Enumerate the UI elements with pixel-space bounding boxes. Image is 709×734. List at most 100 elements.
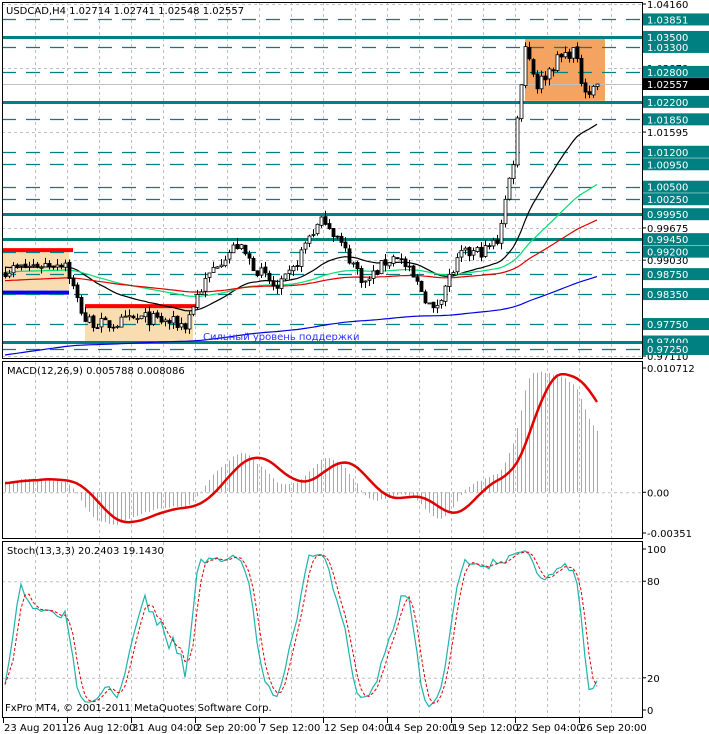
candle-body-bull	[307, 235, 312, 244]
candle-body-bull	[371, 270, 376, 279]
candle	[339, 232, 344, 247]
candle-body-bear	[103, 317, 108, 321]
candle-body-bull	[291, 265, 296, 272]
candle-body-bull	[351, 262, 356, 265]
candle-body-bear	[399, 258, 404, 261]
candle-body-bear	[251, 258, 256, 272]
candle-body-bull	[387, 262, 392, 267]
candle-body-bull	[19, 264, 24, 267]
candle	[323, 210, 328, 226]
candle-body-bull	[127, 315, 132, 318]
macd-header: MACD(12,26,9) 0.005788 0.008086	[7, 366, 185, 377]
level-price-label: 1.01850	[647, 115, 688, 126]
candle	[499, 219, 504, 250]
candle-body-bear	[347, 248, 352, 264]
candle-body-bull	[303, 242, 308, 250]
candle	[423, 289, 428, 305]
trading-chart[interactable]: 1.041601.028791.015950.996750.990300.971…	[0, 0, 709, 734]
candle-body-bull	[187, 314, 192, 330]
candle-body-bull	[539, 75, 544, 90]
macd-panel	[4, 371, 599, 525]
candle	[387, 262, 392, 269]
time-tick-label: 26 Sep 20:00	[580, 723, 647, 734]
candle-body-bear	[479, 246, 484, 258]
candle-body-bull	[463, 247, 468, 251]
candle	[515, 115, 520, 168]
time-tick-label: 12 Sep 04:00	[324, 723, 391, 734]
candle-body-bull	[391, 256, 396, 264]
price-tick-label: 1.04160	[647, 0, 688, 11]
candle	[239, 243, 244, 251]
candle	[523, 42, 528, 89]
candle-body-bear	[431, 301, 436, 309]
candle	[355, 260, 360, 275]
candle	[403, 256, 408, 271]
macd-tick-label: -0.00351	[647, 529, 692, 540]
candle-body-bull	[283, 273, 288, 280]
candle-body-bear	[295, 265, 300, 267]
candle	[471, 247, 476, 261]
candle-body-bear	[71, 277, 76, 287]
candle-body-bear	[243, 244, 248, 255]
candle	[295, 260, 300, 271]
candle-body-bull	[571, 47, 576, 59]
candle	[307, 234, 312, 248]
candle	[531, 58, 536, 77]
candle-body-bear	[3, 272, 8, 278]
candle-body-bear	[131, 315, 136, 319]
candle-body-bull	[211, 267, 216, 273]
level-price-label: 0.98350	[647, 290, 688, 301]
candle-body-bear	[359, 267, 364, 283]
candle-body-bear	[383, 259, 388, 266]
candle-body-bull	[163, 319, 168, 323]
candle-body-bear	[263, 266, 268, 274]
candle	[447, 268, 452, 292]
candle	[463, 246, 468, 255]
candle-body-bull	[143, 312, 148, 318]
price-tick-label: 1.01595	[647, 128, 688, 139]
candle-body-bull	[55, 264, 60, 268]
level-price-label: 0.98750	[647, 270, 688, 281]
candle-body-bear	[323, 216, 328, 225]
level-price-label: 1.00250	[647, 195, 688, 206]
stoch-main-line	[4, 550, 598, 708]
candle-body-bear	[95, 327, 100, 330]
candle-body-bull	[299, 249, 304, 267]
time-tick-label: 31 Aug 04:00	[132, 723, 199, 734]
candle-body-bear	[23, 263, 28, 268]
candle	[495, 234, 500, 246]
candle	[427, 302, 432, 305]
stoch-panel-frame	[2, 541, 643, 718]
candle	[71, 274, 76, 290]
candle-body-bull	[191, 306, 196, 315]
candle-body-bull	[39, 266, 44, 269]
candle-body-bull	[219, 264, 224, 268]
candle-body-bear	[275, 285, 280, 289]
stoch-tick-label: 0	[647, 706, 653, 717]
candle-body-bull	[63, 262, 68, 268]
candle-body-bull	[503, 198, 508, 225]
candle	[503, 195, 508, 228]
candle	[315, 223, 320, 236]
candle-body-bear	[567, 51, 572, 59]
candle-body-bull	[239, 244, 244, 250]
candle-body-bear	[83, 312, 88, 322]
candle	[379, 260, 384, 275]
candle-body-bull	[227, 252, 232, 260]
candle-body-bear	[535, 73, 540, 90]
candle-body-bear	[159, 316, 164, 323]
candle	[327, 218, 332, 230]
candle-body-bull	[195, 294, 200, 308]
candle-body-bear	[67, 261, 72, 279]
candle	[443, 284, 448, 307]
stochastic-panel	[4, 550, 598, 708]
candle-body-bull	[207, 272, 212, 278]
candle-body-bull	[439, 300, 444, 305]
candle-body-bull	[367, 278, 372, 281]
candle-body-bull	[483, 245, 488, 257]
candle-body-bull	[563, 52, 568, 58]
time-tick-label: 23 Aug 2011	[4, 723, 68, 734]
candle	[411, 264, 416, 278]
candle-body-bull	[427, 302, 432, 305]
candle-body-bear	[235, 243, 240, 250]
